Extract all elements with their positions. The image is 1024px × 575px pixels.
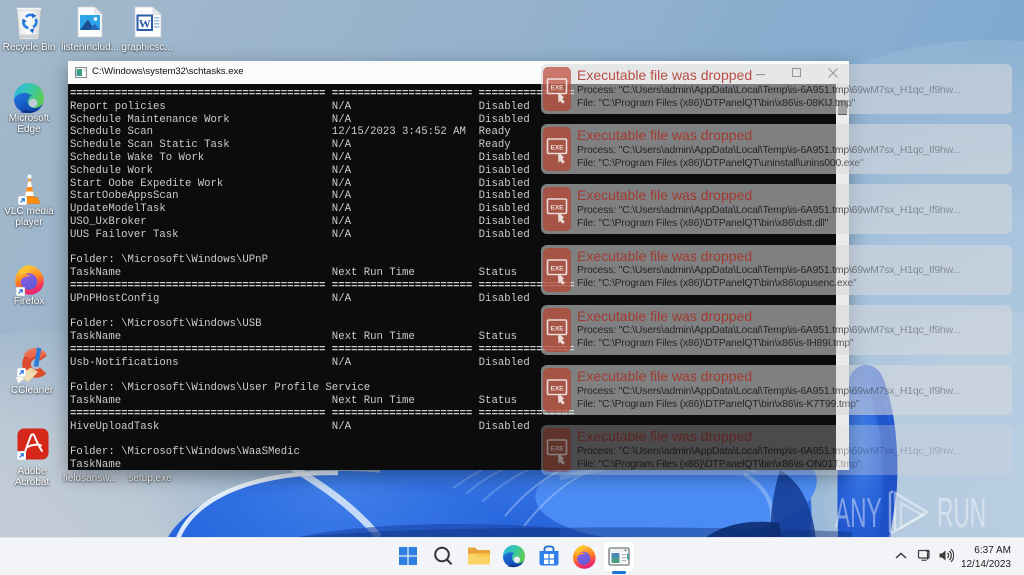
svg-text:EXE: EXE <box>550 265 564 272</box>
svg-text:EXE: EXE <box>550 446 564 453</box>
svg-text:EXE: EXE <box>550 85 564 92</box>
svg-text:EXE: EXE <box>550 386 564 393</box>
svg-text:EXE: EXE <box>550 325 564 332</box>
svg-text:W: W <box>139 17 151 31</box>
svg-text:EXE: EXE <box>550 205 564 212</box>
svg-text:EXE: EXE <box>550 145 564 152</box>
